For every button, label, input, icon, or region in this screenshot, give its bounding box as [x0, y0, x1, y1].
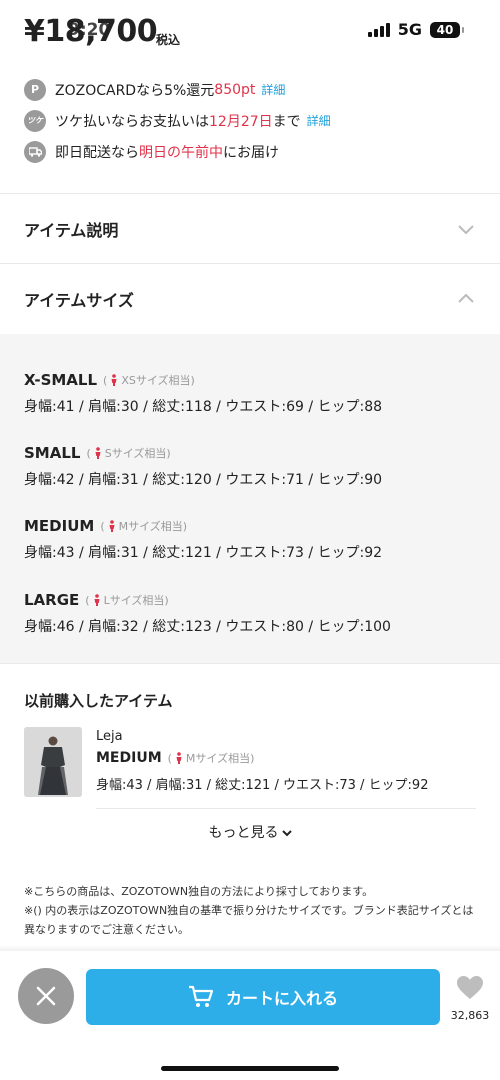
size-equivalent: (Mサイズ相当) — [167, 751, 255, 766]
favorite-button[interactable]: 32,863 — [448, 975, 492, 1022]
previous-purchase-title: 以前購入したアイテム — [24, 692, 173, 710]
person-icon — [95, 447, 101, 459]
tsuke-icon: ツケ — [24, 109, 46, 132]
status-indicators: 5G 40 — [367, 20, 464, 39]
previous-item-dimensions: 身幅:43 / 肩幅:31 / 総丈:121 / ウエスト:73 / ヒップ:9… — [96, 778, 429, 793]
person-icon — [111, 374, 117, 386]
divider — [96, 808, 476, 809]
size-equivalent: (Lサイズ相当) — [85, 593, 169, 608]
previous-item-size: MEDIUM (Mサイズ相当) — [96, 750, 254, 766]
size-dimensions: 身幅:43 / 肩幅:31 / 総丈:121 / ウエスト:73 / ヒップ:9… — [24, 545, 383, 561]
details-link[interactable]: 詳細 — [307, 112, 331, 129]
close-button[interactable] — [18, 968, 74, 1024]
size-equiv-label: XSサイズ相当 — [121, 374, 191, 387]
add-to-cart-button[interactable]: カートに入れる — [86, 969, 440, 1025]
battery-icon: 40 — [430, 21, 464, 38]
battery-level: 40 — [436, 22, 454, 37]
size-name: X-SMALL — [24, 371, 98, 389]
info-text-after: まで — [272, 113, 301, 130]
size-notes: ※こちらの商品は、ZOZOTOWN独自の方法により採寸しております。 ※() 内… — [24, 882, 484, 939]
tsuke-icon-text: ツケ — [27, 116, 43, 125]
details-link[interactable]: 詳細 — [261, 81, 285, 98]
status-bar: ¥18,700 9:20 税込 5G 40 — [0, 0, 500, 60]
size-name: MEDIUM — [24, 517, 95, 535]
size-equiv-label: Mサイズ相当 — [185, 752, 251, 765]
note-line: ※() 内の表示はZOZOTOWN独自の基準で振り分けたサイズです。ブランド表記… — [24, 904, 474, 936]
divider — [0, 263, 500, 264]
network-label: 5G — [397, 20, 422, 39]
person-icon — [176, 752, 182, 764]
size-name: MEDIUM — [96, 750, 162, 766]
size-row-medium: MEDIUM (Mサイズ相当) 身幅:43 / 肩幅:31 / 総丈:121 /… — [24, 516, 382, 562]
accordion-title: アイテム説明 — [24, 221, 119, 240]
info-row-delivery: 即日配送なら 明日の午前中 にお届け — [24, 136, 484, 167]
size-equivalent: (Mサイズ相当) — [100, 519, 188, 534]
favorite-count: 32,863 — [450, 1009, 490, 1022]
size-name: LARGE — [24, 591, 80, 609]
close-icon — [36, 986, 56, 1006]
chevron-up-icon — [458, 293, 474, 303]
chevron-down-icon — [281, 830, 292, 837]
size-dimensions: 身幅:42 / 肩幅:31 / 総丈:120 / ウエスト:71 / ヒップ:9… — [24, 472, 383, 488]
info-text: ZOZOCARDなら5%還元 — [55, 82, 215, 99]
note-line: ※こちらの商品は、ZOZOTOWN独自の方法により採寸しております。 — [24, 885, 374, 898]
size-equiv-label: Sサイズ相当 — [104, 447, 167, 460]
chevron-down-icon — [458, 225, 474, 235]
purchase-info: P ZOZOCARDなら5%還元 850pt 詳細 ツケ ツケ払いならお支払いは… — [24, 74, 484, 167]
info-text: ツケ払いならお支払いは — [55, 113, 209, 130]
size-equiv-label: Lサイズ相当 — [103, 594, 165, 607]
accordion-title: アイテムサイズ — [24, 291, 134, 310]
zozocard-icon: P — [24, 78, 46, 101]
size-dimensions: 身幅:46 / 肩幅:32 / 総丈:123 / ウエスト:80 / ヒップ:1… — [24, 619, 391, 635]
home-indicator[interactable] — [161, 1066, 339, 1071]
cart-icon — [188, 985, 214, 1007]
accordion-item-description[interactable]: アイテム説明 — [0, 195, 500, 263]
previous-item-thumbnail[interactable] — [24, 727, 82, 797]
signal-icon — [367, 22, 390, 37]
accordion-item-size[interactable]: アイテムサイズ — [0, 265, 500, 333]
size-dimensions: 身幅:41 / 肩幅:30 / 総丈:118 / ウエスト:69 / ヒップ:8… — [24, 399, 383, 415]
size-equiv-label: Mサイズ相当 — [118, 520, 183, 533]
delivery-truck-icon — [24, 140, 46, 163]
info-highlight: 12月27日 — [209, 113, 273, 130]
size-row-large: LARGE (Lサイズ相当) 身幅:46 / 肩幅:32 / 総丈:123 / … — [24, 590, 391, 636]
info-highlight: 850pt — [214, 81, 256, 98]
info-row-zozocard: P ZOZOCARDなら5%還元 850pt 詳細 — [24, 74, 484, 105]
info-text: 即日配送なら — [55, 144, 139, 161]
add-to-cart-label: カートに入れる — [225, 989, 338, 1008]
size-equivalent: (Sサイズ相当) — [86, 446, 171, 461]
divider — [0, 193, 500, 194]
previous-item-brand: Leja — [96, 729, 123, 744]
size-equivalent: (XSサイズ相当) — [103, 373, 195, 388]
size-name: SMALL — [24, 444, 81, 462]
divider — [0, 663, 500, 664]
see-more-label: もっと見る — [208, 825, 279, 841]
info-text-after: にお届け — [223, 144, 279, 161]
size-panel: X-SMALL (XSサイズ相当) 身幅:41 / 肩幅:30 / 総丈:118… — [0, 334, 500, 664]
person-icon — [109, 520, 115, 532]
person-icon — [94, 594, 100, 606]
size-row-xsmall: X-SMALL (XSサイズ相当) 身幅:41 / 肩幅:30 / 総丈:118… — [24, 370, 382, 416]
info-row-tsuke: ツケ ツケ払いならお支払いは 12月27日 まで 詳細 — [24, 105, 484, 136]
size-row-small: SMALL (Sサイズ相当) 身幅:42 / 肩幅:31 / 総丈:120 / … — [24, 443, 382, 489]
see-more-button[interactable]: もっと見る — [0, 822, 500, 842]
info-highlight: 明日の午前中 — [139, 144, 223, 161]
price-tax-label: 税込 — [156, 33, 181, 47]
heart-icon — [457, 976, 483, 999]
status-time: 9:20 — [68, 20, 111, 40]
